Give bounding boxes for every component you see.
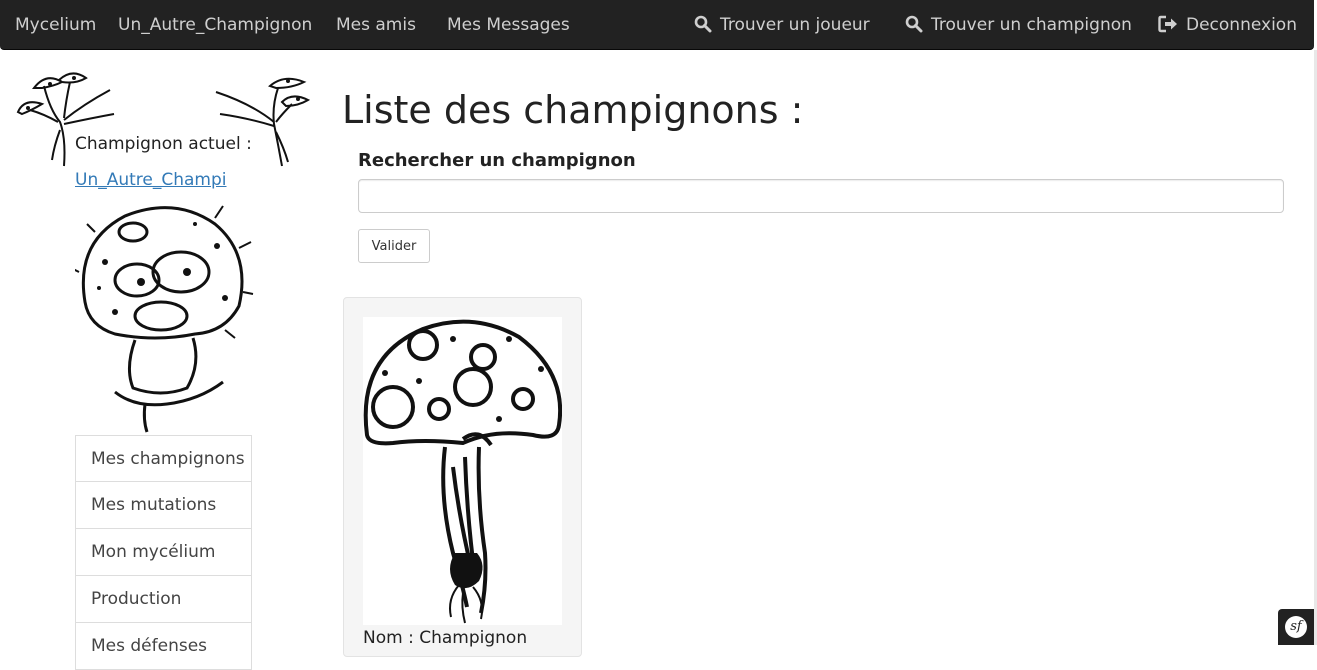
page-title: Liste des champignons : (342, 88, 804, 132)
mushroom-card-name: Nom : Champignon (363, 628, 528, 648)
nav-logout-label: Deconnexion (1186, 15, 1297, 35)
current-mushroom-label: Champignon actuel : (75, 134, 252, 154)
sidebar-item-my-mushrooms[interactable]: Mes champignons (75, 435, 252, 482)
sidebar-menu: Mes champignons Mes mutations Mon mycéli… (75, 435, 252, 670)
sidebar-item-my-defenses[interactable]: Mes défenses (75, 623, 252, 670)
sidebar-item-my-mycelium[interactable]: Mon mycélium (75, 529, 252, 576)
nav-find-player-label: Trouver un joueur (720, 15, 870, 35)
search-icon (694, 15, 712, 32)
sidebar-item-my-mutations[interactable]: Mes mutations (75, 482, 252, 529)
validate-button[interactable]: Valider (358, 229, 430, 263)
search-icon (905, 15, 923, 32)
top-navbar: Mycelium Un_Autre_Champignon Mes amis Me… (0, 0, 1314, 50)
mushroom-card-image (363, 317, 563, 625)
nav-find-mushroom-label: Trouver un champignon (931, 15, 1132, 35)
nav-current-mushroom[interactable]: Un_Autre_Champignon (118, 0, 312, 50)
nav-logout[interactable]: Deconnexion (1158, 0, 1297, 50)
search-input[interactable] (358, 179, 1284, 213)
mushroom-card[interactable]: Nom : Champignon (343, 297, 582, 657)
nav-friends[interactable]: Mes amis (336, 0, 416, 50)
sidebar-item-production[interactable]: Production (75, 576, 252, 623)
mushroom-illustration-icon (363, 319, 563, 624)
symfony-debug-toolbar-toggle[interactable]: sf (1278, 609, 1314, 645)
nav-find-player[interactable]: Trouver un joueur (694, 0, 870, 50)
nav-find-mushroom[interactable]: Trouver un champignon (905, 0, 1132, 50)
search-label: Rechercher un champignon (358, 150, 636, 171)
logout-icon (1158, 15, 1177, 32)
mushroom-cluster-icon (16, 72, 115, 167)
current-mushroom-link[interactable]: Un_Autre_Champi (75, 170, 227, 190)
symfony-logo-icon: sf (1285, 616, 1307, 638)
nav-brand[interactable]: Mycelium (15, 0, 96, 50)
nav-messages[interactable]: Mes Messages (447, 0, 570, 50)
mushroom-avatar-icon (75, 205, 254, 433)
